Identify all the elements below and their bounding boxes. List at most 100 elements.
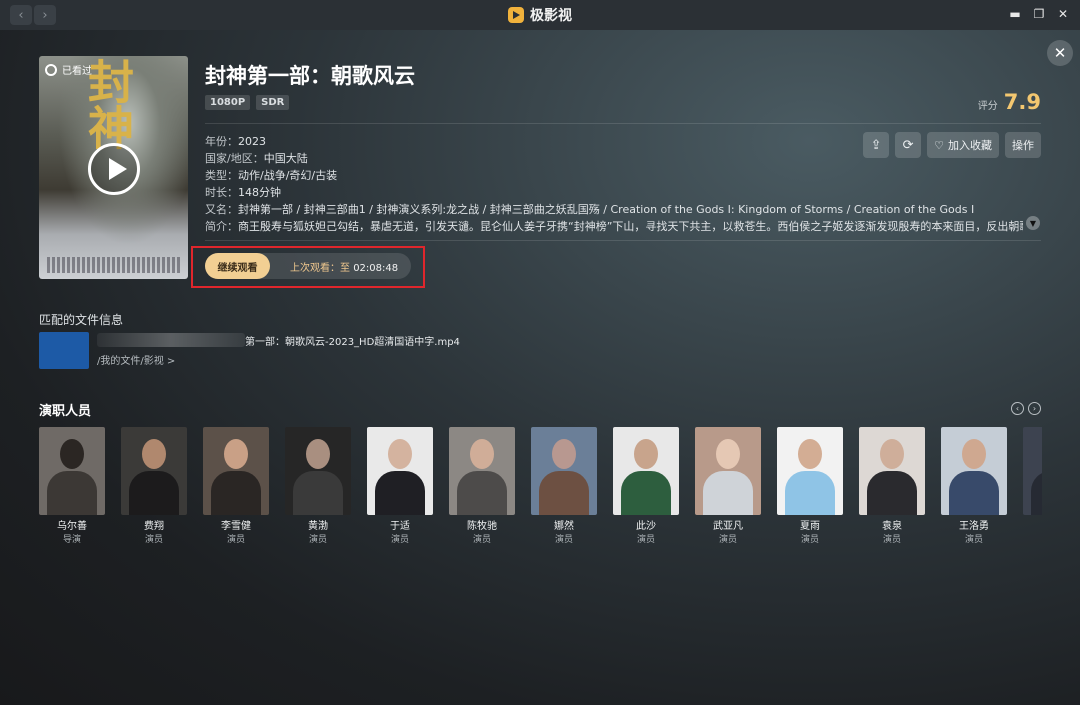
cast-photo-head	[388, 439, 412, 469]
restore-button[interactable]: ❐	[1032, 6, 1046, 22]
cast-name: 乌尔善	[57, 521, 87, 532]
play-icon[interactable]	[88, 143, 140, 195]
cast-photo-body	[1031, 471, 1042, 515]
meta-duration: 时长：148分钟	[205, 184, 1025, 201]
meta-aka: 又名：封神第一部 / 封神三部曲1 / 封神演义系列:龙之战 / 封神三部曲之妖…	[205, 201, 1023, 218]
cast-card[interactable]: 乌尔善 导演	[39, 427, 105, 547]
cast-role: 导演	[62, 535, 81, 545]
cast-card[interactable]: 此沙 演员	[613, 427, 679, 547]
summary-value: 商王殷寿与狐妖妲己勾结，暴虐无道，引发天谴。昆仑仙人姜子牙携“封神榜”下山，寻找…	[238, 220, 1023, 233]
file-path-link[interactable]: /我的文件/影视 >	[97, 352, 175, 367]
quality-tags: 1080P SDR	[205, 95, 290, 110]
cast-photo	[121, 427, 187, 515]
share-icon: ⇪	[870, 137, 882, 153]
cast-photo-head	[634, 439, 658, 469]
poster-credits	[47, 257, 180, 273]
cast-photo	[941, 427, 1007, 515]
back-button[interactable]: ‹	[10, 5, 32, 25]
add-favorite-label: 加入收藏	[948, 139, 992, 152]
movie-poster[interactable]: 已看过 封神	[39, 56, 188, 279]
cast-name: 李雪健	[221, 521, 251, 532]
cast-card[interactable]: 陈牧驰 演员	[449, 427, 515, 547]
watched-icon	[45, 63, 57, 76]
cast-name: 此沙	[636, 521, 656, 532]
year-label: 年份：	[205, 135, 238, 148]
cast-name: 于适	[390, 521, 410, 532]
cast-card[interactable]: 武亚凡 演员	[695, 427, 761, 547]
cast-card[interactable]: 李雪健 演员	[203, 427, 269, 547]
dynamic-range-tag: SDR	[256, 95, 290, 110]
duration-value: 148分钟	[238, 186, 281, 199]
cast-scroll-controls: ‹ ›	[1011, 402, 1041, 415]
expand-summary-button[interactable]: ▼	[1026, 216, 1040, 230]
highlight-annotation	[191, 246, 425, 288]
cast-card[interactable]: 费翔 演员	[121, 427, 187, 547]
file-thumbnail[interactable]	[39, 332, 89, 369]
forward-button[interactable]: ›	[34, 5, 56, 25]
app-logo-icon	[508, 7, 524, 23]
cast-role: 演员	[882, 535, 901, 545]
cast-photo-body	[949, 471, 999, 515]
meta-summary: 简介：商王殷寿与狐妖妲己勾结，暴虐无道，引发天谴。昆仑仙人姜子牙携“封神榜”下山…	[205, 218, 1023, 235]
divider	[205, 123, 1041, 124]
cast-name: 夏雨	[800, 521, 820, 532]
file-name[interactable]: 第一部：朝歌风云-2023_HD超清国语中字.mp4	[245, 333, 460, 348]
poster-calligraphy: 封神	[81, 58, 135, 150]
cast-card[interactable]: 袁泉 演员	[859, 427, 925, 547]
cast-photo	[859, 427, 925, 515]
cast-photo-head	[224, 439, 248, 469]
share-button[interactable]: ⇪	[863, 132, 890, 158]
action-bar: ⇪ ⟳ ♡ 加入收藏 操作	[863, 132, 1041, 158]
app-title: 极影视	[530, 8, 572, 24]
cast-section-title: 演职人员	[39, 404, 92, 419]
app-brand: 极影视	[508, 5, 572, 25]
refresh-button[interactable]: ⟳	[895, 132, 922, 158]
duration-label: 时长：	[205, 186, 238, 199]
cast-role: 演员	[554, 535, 573, 545]
window-controls: ▬ ❐ ✕	[1008, 6, 1070, 22]
cast-card[interactable]: 黄渤 演员	[285, 427, 351, 547]
cast-photo	[1023, 427, 1042, 515]
cast-photo-head	[798, 439, 822, 469]
cast-card[interactable]: 娜然 演员	[531, 427, 597, 547]
cast-role: 演员	[144, 535, 163, 545]
region-label: 国家/地区：	[205, 152, 264, 165]
year-value: 2023	[238, 135, 266, 148]
close-panel-button[interactable]: ✕	[1047, 40, 1073, 66]
aka-value: 封神第一部 / 封神三部曲1 / 封神演义系列:龙之战 / 封神三部曲之妖乱国殇…	[238, 203, 975, 216]
cast-role: 演员	[308, 535, 327, 545]
cast-name: 黄渤	[308, 521, 328, 532]
cast-role: 演员	[226, 535, 245, 545]
cast-photo	[367, 427, 433, 515]
cast-photo	[695, 427, 761, 515]
window-close-button[interactable]: ✕	[1056, 6, 1070, 22]
cast-photo	[777, 427, 843, 515]
cast-name: 陈牧驰	[467, 521, 497, 532]
cast-photo-head	[716, 439, 740, 469]
minimize-button[interactable]: ▬	[1008, 6, 1022, 22]
cast-photo-body	[293, 471, 343, 515]
cast-photo	[285, 427, 351, 515]
cast-prev-button[interactable]: ‹	[1011, 402, 1024, 415]
cast-card[interactable]: 任	[1023, 427, 1042, 533]
cast-card[interactable]: 王洛勇 演员	[941, 427, 1007, 547]
aka-label: 又名：	[205, 203, 238, 216]
cast-photo-body	[539, 471, 589, 515]
rating-label: 评分	[977, 101, 998, 112]
cast-photo-body	[703, 471, 753, 515]
cast-card[interactable]: 夏雨 演员	[777, 427, 843, 547]
cast-name: 任	[1023, 520, 1042, 533]
cast-role: 演员	[964, 535, 983, 545]
more-actions-button[interactable]: 操作	[1005, 132, 1041, 158]
genre-label: 类型：	[205, 169, 238, 182]
chevron-down-icon: ▼	[1029, 218, 1037, 228]
cast-card[interactable]: 于适 演员	[367, 427, 433, 547]
rating: 评分 7.9	[978, 90, 1041, 114]
blurred-text	[97, 333, 245, 347]
cast-photo-head	[142, 439, 166, 469]
cast-role: 演员	[390, 535, 409, 545]
cast-photo-body	[621, 471, 671, 515]
cast-next-button[interactable]: ›	[1028, 402, 1041, 415]
region-value: 中国大陆	[263, 152, 308, 165]
add-favorite-button[interactable]: ♡ 加入收藏	[927, 132, 999, 158]
